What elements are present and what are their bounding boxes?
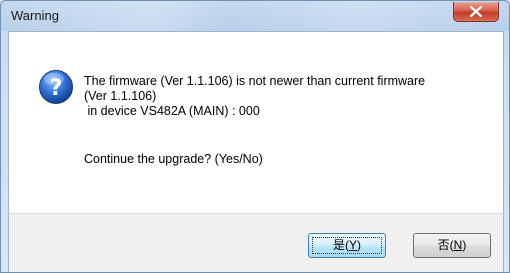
no-button[interactable]: 否(N) [413,233,491,258]
message-line: The firmware (Ver 1.1.106) is not newer … [84,74,426,88]
warning-dialog-window: Warning ? The firmware (Ver 1.1.106) is … [0,0,510,273]
focus-rectangle [312,237,382,254]
window-title: Warning [11,8,59,23]
yes-button[interactable]: 是(Y) [308,233,386,258]
dialog-client-area: ? The firmware (Ver 1.1.106) is not newe… [8,31,504,272]
close-x-icon [470,6,482,17]
button-bar: 是(Y) 否(N) [9,213,503,272]
no-button-close: ) [462,238,467,252]
svg-text:?: ? [50,76,63,101]
message-line: (Ver 1.1.106) [84,89,157,103]
question-icon: ? [39,70,73,104]
title-bar[interactable]: Warning [1,1,509,31]
message-text: The firmware (Ver 1.1.106) is not newer … [84,74,425,119]
message-panel: ? The firmware (Ver 1.1.106) is not newe… [9,32,503,213]
close-button[interactable] [453,2,499,22]
no-button-label: 否( [437,238,454,252]
question-text: Continue the upgrade? (Yes/No) [84,152,263,166]
message-line: in device VS482A (MAIN) : 000 [84,104,260,118]
